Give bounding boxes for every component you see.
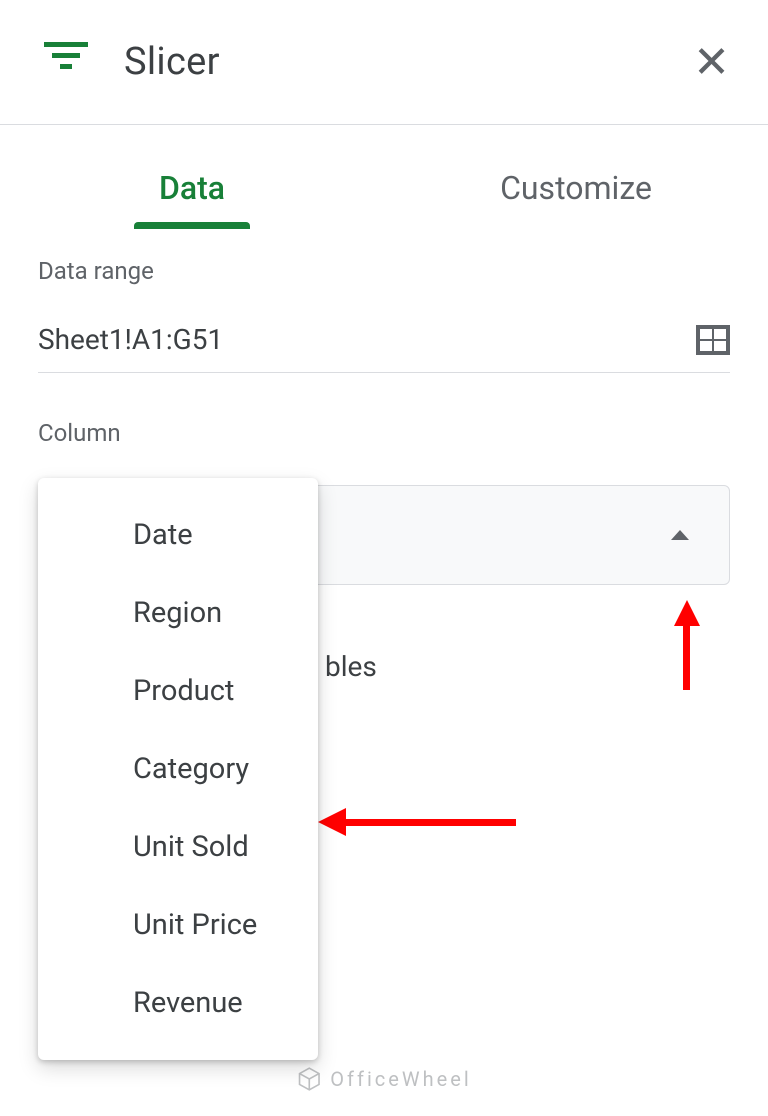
dropdown-item-unit-price[interactable]: Unit Price xyxy=(38,886,318,964)
annotation-arrow-up xyxy=(674,600,698,690)
dropdown-item-region[interactable]: Region xyxy=(38,574,318,652)
dropdown-item-unit-sold[interactable]: Unit Sold xyxy=(38,808,318,886)
column-dropdown: Date Region Product Category Unit Sold U… xyxy=(38,478,318,1060)
dropdown-item-revenue[interactable]: Revenue xyxy=(38,964,318,1042)
data-range-input[interactable]: Sheet1!A1:G51 xyxy=(38,323,223,356)
dropdown-item-category[interactable]: Category xyxy=(38,730,318,808)
panel-title: Slicer xyxy=(124,40,693,84)
watermark: OfficeWheel xyxy=(296,1066,471,1092)
dropdown-item-date[interactable]: Date xyxy=(38,496,318,574)
column-label: Column xyxy=(38,419,730,447)
data-range-label: Data range xyxy=(38,257,730,285)
tab-data[interactable]: Data xyxy=(0,155,384,229)
close-icon[interactable]: ✕ xyxy=(693,40,730,84)
filter-icon xyxy=(44,42,88,82)
watermark-text: OfficeWheel xyxy=(330,1067,471,1091)
apply-pivot-text-fragment: bles xyxy=(325,650,377,683)
select-range-icon[interactable] xyxy=(696,325,730,355)
dropdown-item-product[interactable]: Product xyxy=(38,652,318,730)
watermark-icon xyxy=(296,1066,322,1092)
caret-up-icon xyxy=(671,530,689,540)
tabs: Data Customize xyxy=(0,125,768,229)
annotation-arrow-left xyxy=(318,808,518,836)
tab-customize[interactable]: Customize xyxy=(384,155,768,229)
